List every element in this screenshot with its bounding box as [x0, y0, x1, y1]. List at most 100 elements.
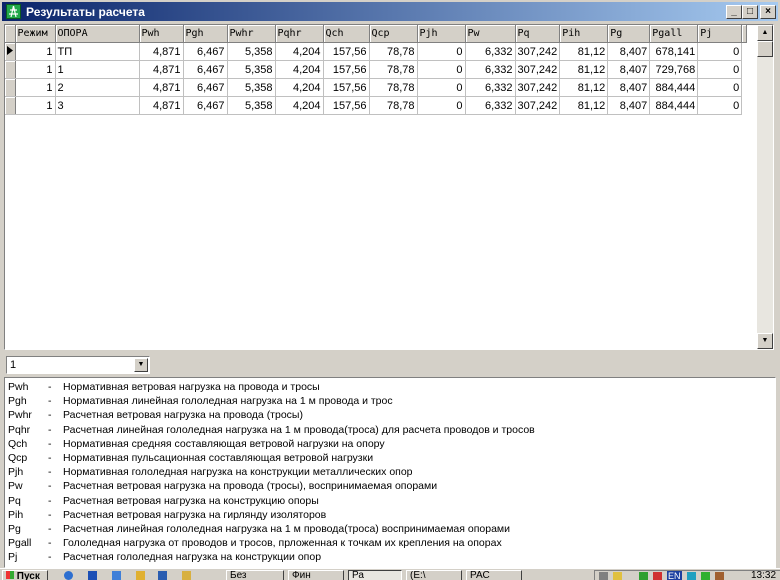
table-cell[interactable]: 2: [55, 78, 140, 97]
table-cell[interactable]: 1: [15, 60, 56, 79]
table-cell[interactable]: 78,78: [369, 78, 418, 97]
column-header[interactable]: Pjh: [417, 25, 466, 43]
table-cell[interactable]: 678,141: [649, 42, 699, 61]
table-cell[interactable]: 1: [15, 78, 56, 97]
table-cell[interactable]: 4,871: [139, 96, 184, 115]
table-cell[interactable]: 8,407: [607, 60, 651, 79]
legend-description: Нормативная линейная гололедная нагрузка…: [63, 395, 393, 408]
table-cell[interactable]: 307,242: [515, 42, 561, 61]
results-grid[interactable]: Режим ОПОРА Pwh Pgh Pwhr Pqhr Qch Qcp Pjh Pw Pq Pih…: [4, 24, 774, 350]
table-cell[interactable]: 157,56: [323, 96, 370, 115]
table-cell[interactable]: 6,332: [465, 60, 516, 79]
dropdown-arrow-icon[interactable]: ▼: [134, 358, 148, 372]
table-cell[interactable]: 8,407: [607, 78, 651, 97]
column-header[interactable]: Pqhr: [275, 25, 324, 43]
table-cell[interactable]: 157,56: [323, 42, 370, 61]
table-row[interactable]: 1 ТП 4,871 6,467 5,358 4,204 157,56 78,78 0 6,332…: [5, 42, 747, 61]
table-cell[interactable]: 6,332: [465, 42, 516, 61]
legend-code: Pwhr: [8, 409, 32, 422]
table-cell[interactable]: 6,467: [183, 42, 228, 61]
table-cell[interactable]: 6,467: [183, 60, 228, 79]
header-filler: [741, 25, 748, 43]
table-cell[interactable]: 78,78: [369, 42, 418, 61]
table-cell[interactable]: 0: [697, 78, 743, 97]
table-cell[interactable]: 0: [697, 60, 743, 79]
column-header[interactable]: Pwh: [139, 25, 184, 43]
table-cell[interactable]: 157,56: [323, 60, 370, 79]
table-cell[interactable]: 8,407: [607, 96, 651, 115]
table-cell[interactable]: 3: [55, 96, 140, 115]
table-cell[interactable]: 0: [697, 96, 743, 115]
table-cell[interactable]: 5,358: [227, 42, 276, 61]
table-cell[interactable]: 4,204: [275, 42, 324, 61]
row-indicator[interactable]: [5, 78, 16, 97]
table-cell[interactable]: 6,332: [465, 78, 516, 97]
table-cell[interactable]: 307,242: [515, 78, 561, 97]
column-header[interactable]: Qch: [323, 25, 370, 43]
column-header[interactable]: Pg: [607, 25, 651, 43]
table-cell[interactable]: 4,871: [139, 42, 184, 61]
table-cell[interactable]: 0: [417, 42, 466, 61]
scroll-down-arrow-icon[interactable]: ▼: [757, 333, 773, 349]
grid-vertical-scrollbar[interactable]: ▲ ▼: [757, 25, 773, 349]
legend-description: Нормативная ветровая нагрузка на провода…: [63, 381, 320, 393]
table-cell[interactable]: 4,204: [275, 60, 324, 79]
column-header[interactable]: Pih: [559, 25, 609, 43]
table-cell[interactable]: 6,467: [183, 78, 228, 97]
table-cell[interactable]: 0: [417, 60, 466, 79]
table-cell[interactable]: 5,358: [227, 60, 276, 79]
table-cell[interactable]: 884,444: [649, 96, 699, 115]
column-header[interactable]: Qcp: [369, 25, 418, 43]
table-cell[interactable]: 307,242: [515, 96, 561, 115]
table-row[interactable]: 1 1 4,871 6,467 5,358 4,204 157,56 78,78 0 6,332 3…: [5, 60, 747, 79]
scroll-thumb[interactable]: [757, 41, 773, 57]
table-cell[interactable]: 729,768: [649, 60, 699, 79]
app-icon[interactable]: [6, 4, 21, 19]
table-cell[interactable]: 4,871: [139, 60, 184, 79]
table-cell[interactable]: 157,56: [323, 78, 370, 97]
close-button[interactable]: ×: [760, 5, 776, 19]
row-indicator[interactable]: [5, 96, 16, 115]
table-cell[interactable]: 6,467: [183, 96, 228, 115]
table-cell[interactable]: 81,12: [559, 42, 609, 61]
legend-dash: -: [48, 381, 52, 393]
table-cell[interactable]: ТП: [55, 42, 140, 61]
column-header[interactable]: ОПОРА: [55, 25, 140, 43]
table-cell[interactable]: 0: [697, 42, 743, 61]
table-cell[interactable]: 1: [15, 96, 56, 115]
table-cell[interactable]: 5,358: [227, 96, 276, 115]
table-cell[interactable]: 81,12: [559, 96, 609, 115]
title-bar[interactable]: Результаты расчета _ □ ×: [2, 2, 778, 21]
table-cell[interactable]: 1: [55, 60, 140, 79]
column-header[interactable]: Режим: [15, 25, 56, 43]
mode-combobox[interactable]: 1 ▼: [6, 356, 150, 374]
table-cell[interactable]: 6,332: [465, 96, 516, 115]
table-cell[interactable]: 78,78: [369, 96, 418, 115]
table-cell[interactable]: 307,242: [515, 60, 561, 79]
table-row[interactable]: 1 3 4,871 6,467 5,358 4,204 157,56 78,78 0 6,332 3…: [5, 96, 747, 115]
table-cell[interactable]: 81,12: [559, 78, 609, 97]
table-cell[interactable]: 0: [417, 78, 466, 97]
scroll-up-arrow-icon[interactable]: ▲: [757, 25, 773, 41]
table-cell[interactable]: 78,78: [369, 60, 418, 79]
row-indicator[interactable]: [5, 42, 16, 61]
table-cell[interactable]: 4,871: [139, 78, 184, 97]
column-header[interactable]: Pw: [465, 25, 516, 43]
column-header[interactable]: Pj: [697, 25, 743, 43]
column-header[interactable]: Pwhr: [227, 25, 276, 43]
column-header[interactable]: Pgh: [183, 25, 228, 43]
row-indicator[interactable]: [5, 60, 16, 79]
table-cell[interactable]: 1: [15, 42, 56, 61]
table-row[interactable]: 1 2 4,871 6,467 5,358 4,204 157,56 78,78 0 6,332 3…: [5, 78, 747, 97]
table-cell[interactable]: 0: [417, 96, 466, 115]
table-cell[interactable]: 4,204: [275, 96, 324, 115]
table-cell[interactable]: 5,358: [227, 78, 276, 97]
table-cell[interactable]: 81,12: [559, 60, 609, 79]
table-cell[interactable]: 8,407: [607, 42, 651, 61]
minimize-button[interactable]: _: [726, 5, 742, 19]
column-header[interactable]: Pq: [515, 25, 561, 43]
table-cell[interactable]: 4,204: [275, 78, 324, 97]
column-header[interactable]: Pgall: [649, 25, 699, 43]
maximize-button[interactable]: □: [742, 5, 758, 19]
table-cell[interactable]: 884,444: [649, 78, 699, 97]
